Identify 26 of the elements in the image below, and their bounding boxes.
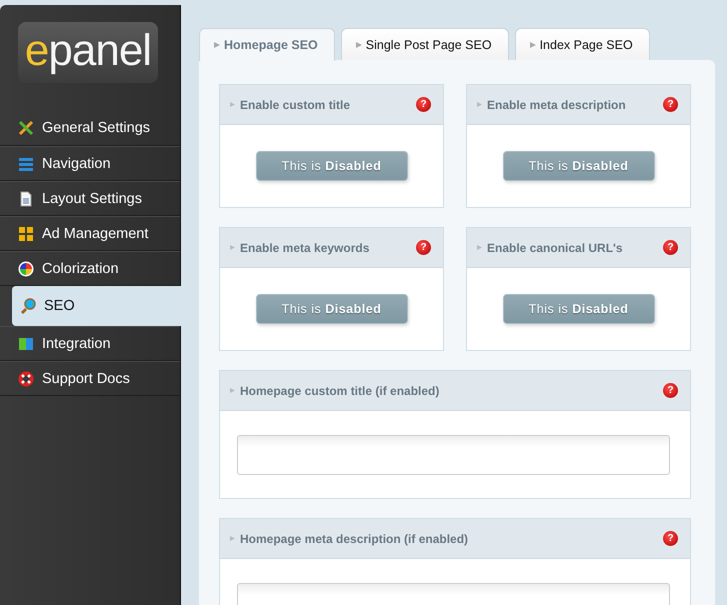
- help-icon[interactable]: ?: [663, 531, 678, 546]
- option-title: Enable custom title: [240, 98, 352, 112]
- tab[interactable]: Index Page SEO: [514, 28, 650, 60]
- tab[interactable]: Homepage SEO: [199, 28, 335, 61]
- sidebar-item[interactable]: Ad Management: [0, 216, 180, 251]
- tab[interactable]: Single Post Page SEO: [340, 28, 509, 60]
- help-icon[interactable]: ?: [663, 97, 678, 112]
- sidebar-item[interactable]: General Settings: [0, 111, 180, 146]
- help-icon[interactable]: ?: [663, 383, 678, 398]
- toggle-button[interactable]: This is Disabled: [256, 151, 408, 181]
- option-title: Enable meta description: [487, 98, 627, 112]
- option-title: Homepage meta description (if enabled): [240, 532, 470, 546]
- option-title: Enable meta keywords: [240, 240, 370, 254]
- logo: epanel: [18, 22, 158, 83]
- sidebar-item[interactable]: Layout Settings: [0, 181, 180, 216]
- toggle-button[interactable]: This is Disabled: [502, 151, 654, 181]
- toggle-button[interactable]: This is Disabled: [502, 294, 654, 324]
- toggle-button[interactable]: This is Disabled: [256, 294, 408, 324]
- sidebar-item[interactable]: Navigation: [0, 146, 180, 181]
- help-icon[interactable]: ?: [416, 97, 431, 112]
- help-icon[interactable]: ?: [416, 240, 431, 255]
- sidebar-item[interactable]: Support Docs: [0, 361, 180, 396]
- option-title: Homepage custom title (if enabled): [240, 384, 440, 398]
- sidebar-item[interactable]: Integration: [0, 326, 180, 361]
- help-icon[interactable]: ?: [663, 240, 678, 255]
- option-title: Enable canonical URL's: [487, 240, 624, 254]
